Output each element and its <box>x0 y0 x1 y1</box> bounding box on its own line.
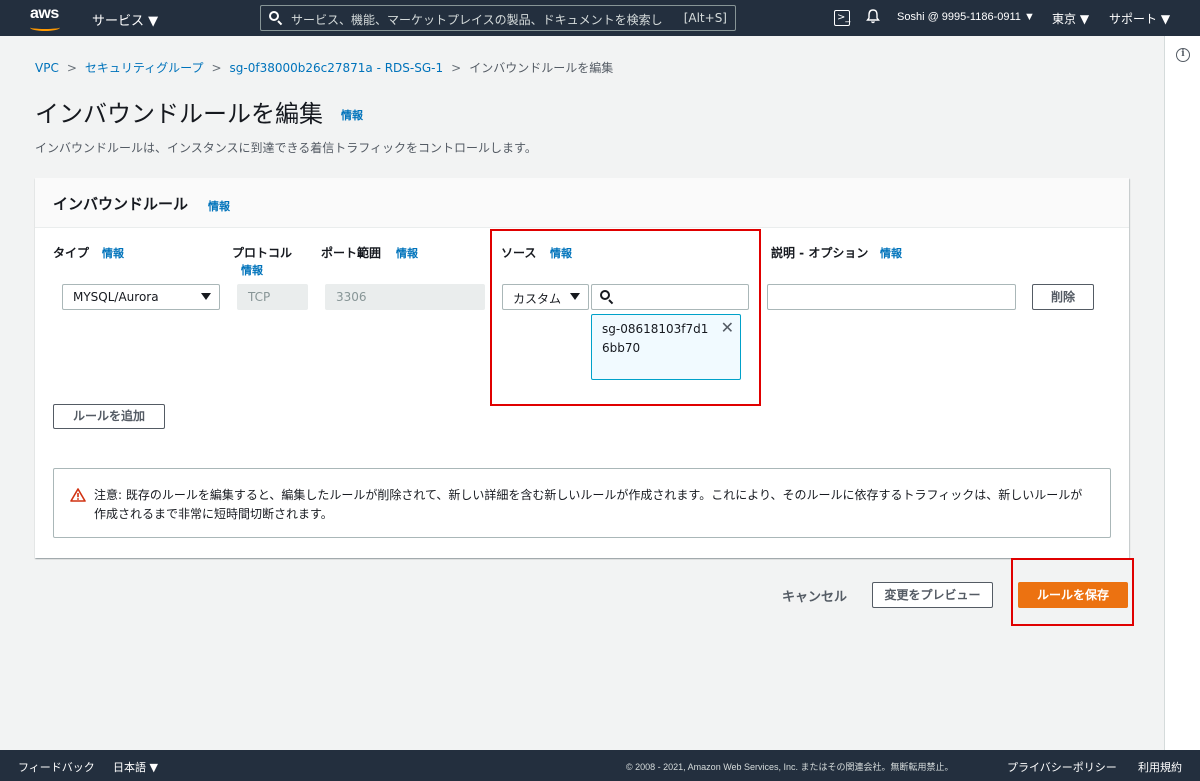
aws-smile-icon <box>30 24 60 31</box>
cloudshell-icon[interactable]: >_ <box>834 10 850 26</box>
breadcrumb: VPC > セキュリティグループ > sg-0f38000b26c27871a - RD… <box>35 59 613 76</box>
save-rules-button[interactable]: ルールを保存 <box>1018 582 1128 608</box>
console-footer: フィードバック 日本語 ▼ © 2008 - 2021, Amazon Web … <box>0 750 1200 781</box>
protocol-label: プロトコル <box>232 246 293 260</box>
account-menu[interactable]: Soshi @ 9995-1186-0911 ▼ <box>897 11 1035 23</box>
privacy-policy-link[interactable]: プライバシーポリシー <box>1007 759 1117 775</box>
preview-changes-button[interactable]: 変更をプレビュー <box>872 582 993 608</box>
chevron-right-icon: > <box>451 61 462 75</box>
page-description: インバウンドルールは、インスタンスに到達できる着信トラフィックをコントロールしま… <box>35 141 537 155</box>
type-info-link[interactable]: 情報 <box>102 245 124 261</box>
feedback-link[interactable]: フィードバック <box>18 759 95 775</box>
breadcrumb-security-group[interactable]: sg-0f38000b26c27871a - RDS-SG-1 <box>230 61 444 75</box>
breadcrumb-vpc[interactable]: VPC <box>35 61 59 75</box>
add-rule-button[interactable]: ルールを追加 <box>53 404 165 429</box>
warning-alert: 注意: 既存のルールを編集すると、編集したルールが削除されて、新しい詳細を含む新… <box>53 468 1111 538</box>
support-menu[interactable]: サポート ▼ <box>1109 10 1170 27</box>
search-icon <box>269 11 283 26</box>
chevron-right-icon: > <box>66 61 77 75</box>
card-title-info-link[interactable]: 情報 <box>208 198 230 214</box>
breadcrumb-current: インバウンドルールを編集 <box>469 61 614 75</box>
port-range-label: ポート範囲 <box>321 246 382 260</box>
port-range-value: 3306 <box>336 290 367 304</box>
description-info-link[interactable]: 情報 <box>880 245 902 261</box>
type-select-value: MYSQL/Aurora <box>73 290 159 304</box>
search-placeholder: サービス、機能、マーケットプレイスの製品、ドキュメントを検索し <box>291 13 663 27</box>
right-help-rail: i <box>1164 36 1200 750</box>
delete-rule-button[interactable]: 削除 <box>1032 284 1094 310</box>
description-label: 説明 - オプション <box>771 246 869 260</box>
card-header: インバウンドルール 情報 <box>35 178 1129 228</box>
terms-link[interactable]: 利用規約 <box>1138 759 1182 775</box>
services-menu[interactable]: サービス ▼ <box>92 10 158 29</box>
region-menu[interactable]: 東京 ▼ <box>1052 10 1089 27</box>
info-icon[interactable]: i <box>1176 48 1190 62</box>
description-input[interactable] <box>767 284 1016 310</box>
cancel-button[interactable]: キャンセル <box>782 586 847 605</box>
chevron-right-icon: > <box>211 61 222 75</box>
top-navigation: aws サービス ▼ サービス、機能、マーケットプレイスの製品、ドキュメントを検… <box>0 0 1200 36</box>
language-selector[interactable]: 日本語 ▼ <box>113 759 158 775</box>
page-title: インバウンドルールを編集 <box>35 100 323 128</box>
warning-message: 注意: 既存のルールを編集すると、編集したルールが削除されて、新しい詳細を含む新… <box>94 488 1083 521</box>
warning-icon <box>70 488 86 502</box>
copyright-text: © 2008 - 2021, Amazon Web Services, Inc.… <box>626 762 954 772</box>
aws-logo[interactable]: aws <box>26 4 74 32</box>
port-range-field: 3306 <box>325 284 485 310</box>
bell-icon[interactable] <box>866 9 880 28</box>
type-select[interactable]: MYSQL/Aurora <box>62 284 220 310</box>
caret-down-icon <box>201 293 211 300</box>
protocol-value: TCP <box>248 290 271 304</box>
protocol-field: TCP <box>237 284 308 310</box>
global-search[interactable]: サービス、機能、マーケットプレイスの製品、ドキュメントを検索し [Alt+S] <box>260 5 736 31</box>
port-range-info-link[interactable]: 情報 <box>396 245 418 261</box>
source-highlight-box <box>490 229 761 406</box>
search-shortcut: [Alt+S] <box>683 11 727 25</box>
aws-logo-text: aws <box>30 5 59 22</box>
title-info-link[interactable]: 情報 <box>341 107 363 123</box>
card-title: インバウンドルール <box>53 195 189 213</box>
type-label: タイプ <box>53 246 90 260</box>
protocol-info-link[interactable]: 情報 <box>241 262 263 278</box>
breadcrumb-security-groups[interactable]: セキュリティグループ <box>85 61 204 75</box>
